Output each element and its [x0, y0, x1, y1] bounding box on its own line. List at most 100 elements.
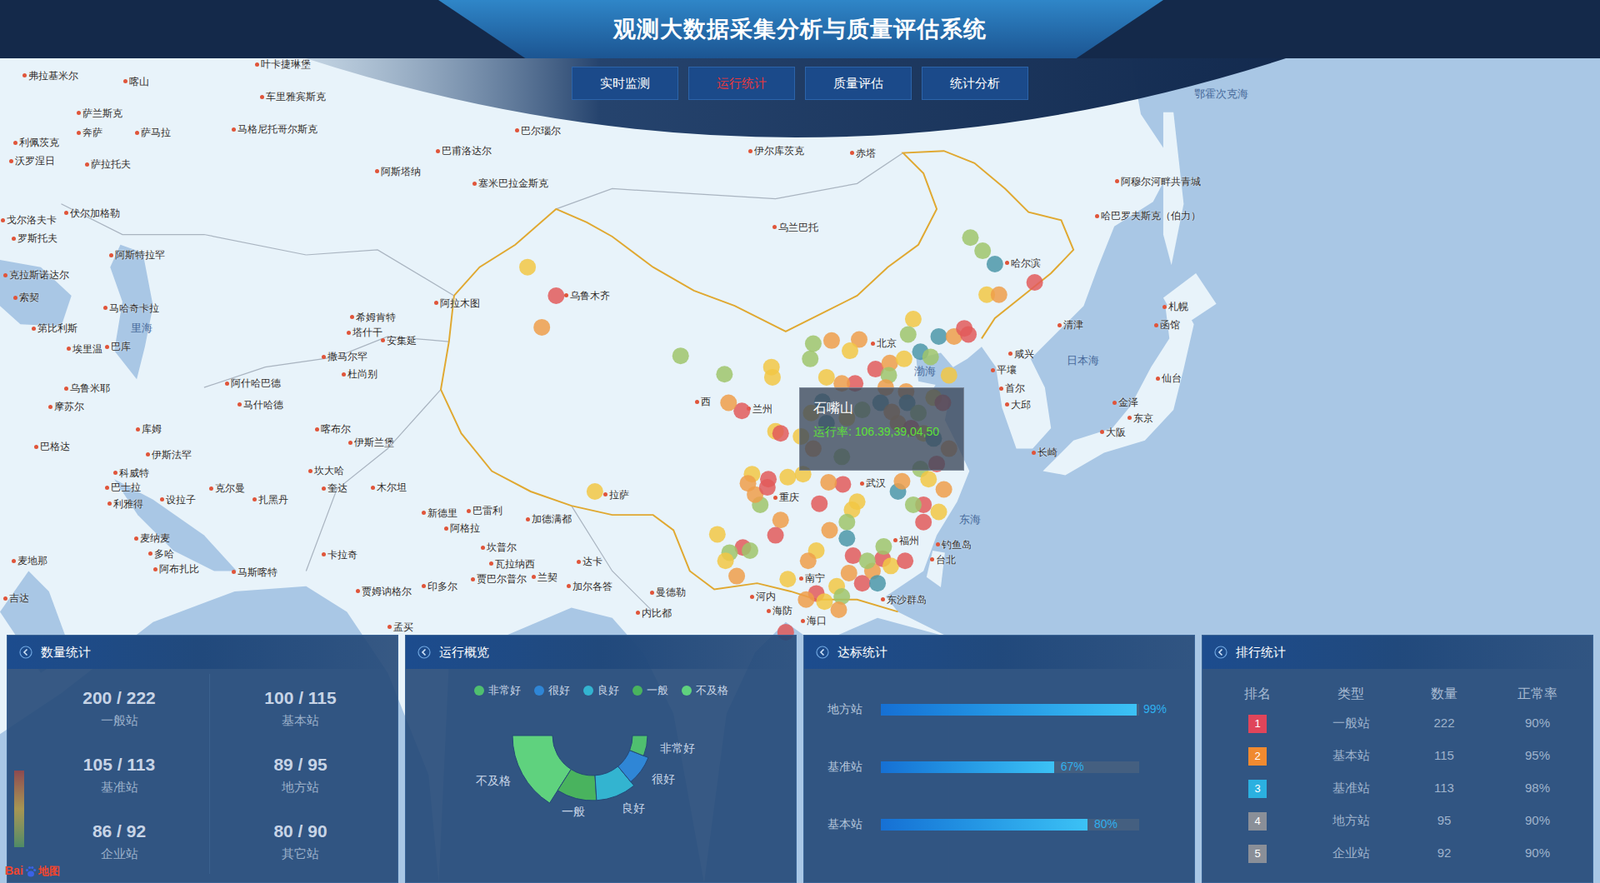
station-dot[interactable]	[821, 521, 839, 539]
station-dot[interactable]	[805, 335, 822, 352]
station-dot[interactable]	[772, 511, 790, 529]
table-row[interactable]: 1一般站22290%	[1210, 707, 1585, 740]
station-dot[interactable]	[1026, 274, 1044, 291]
city-label: 贾姆讷格尔	[355, 585, 412, 598]
bar-reading: 99%	[1143, 700, 1167, 719]
station-dot[interactable]	[930, 328, 948, 345]
station-dot[interactable]	[815, 593, 833, 610]
city-marker	[990, 368, 995, 373]
city-marker	[321, 552, 326, 557]
station-dot[interactable]	[905, 310, 922, 328]
station-dot[interactable]	[882, 557, 900, 575]
station-dot[interactable]	[764, 369, 781, 386]
city-label: 东沙群岛	[880, 594, 927, 606]
tab[interactable]: 运行统计	[688, 66, 795, 100]
station-dot[interactable]	[818, 369, 835, 386]
city-marker	[766, 609, 771, 614]
station-dot[interactable]	[779, 570, 796, 588]
city-label: 哈巴罗夫斯克（伯力）	[1095, 210, 1201, 222]
tab[interactable]: 质量评估	[805, 66, 912, 100]
station-dot[interactable]	[820, 474, 837, 491]
station-dot[interactable]	[859, 552, 876, 570]
station-dot[interactable]	[915, 514, 932, 531]
city-label: 伊斯兰堡	[348, 436, 395, 449]
column-header: 排名	[1210, 684, 1305, 705]
station-dot[interactable]	[672, 347, 690, 365]
panel-header: 运行概览	[405, 635, 796, 670]
station-dot[interactable]	[869, 575, 886, 592]
station-dot[interactable]	[845, 547, 862, 565]
station-dot[interactable]	[974, 242, 991, 260]
station-dot[interactable]	[922, 348, 940, 365]
station-dot[interactable]	[741, 542, 759, 560]
station-dot[interactable]	[838, 514, 855, 531]
table-row[interactable]: 2基本站11595%	[1210, 740, 1585, 773]
station-dot[interactable]	[810, 495, 828, 513]
station-dot[interactable]	[961, 229, 979, 246]
tab[interactable]: 实时监测	[571, 66, 679, 100]
station-dot[interactable]	[930, 503, 948, 520]
station-dot[interactable]	[519, 259, 536, 276]
station-dot[interactable]	[841, 342, 859, 360]
city-label: 卡拉奇	[321, 549, 358, 561]
tab[interactable]: 统计分析	[921, 66, 1029, 100]
station-dot[interactable]	[800, 552, 817, 570]
station-dot[interactable]	[840, 565, 858, 582]
city-marker	[1162, 305, 1167, 310]
station-dot[interactable]	[935, 481, 953, 499]
count-value: 80 / 90	[273, 818, 327, 845]
station-dot[interactable]	[990, 286, 1008, 304]
station-dot[interactable]	[586, 483, 604, 500]
station-dot[interactable]	[720, 394, 737, 411]
count-value: 86 / 92	[92, 818, 146, 845]
city-marker	[209, 486, 214, 491]
table-row[interactable]: 3基准站11398%	[1210, 772, 1585, 805]
city-label: 巴士拉	[105, 481, 141, 494]
station-dot[interactable]	[709, 525, 726, 543]
city-marker	[421, 510, 426, 515]
station-dot[interactable]	[717, 552, 735, 570]
station-dot[interactable]	[547, 287, 565, 305]
city-marker	[66, 346, 71, 351]
station-dot[interactable]	[797, 591, 815, 609]
city-label: 加尔各答	[566, 580, 613, 593]
station-dot[interactable]	[895, 350, 913, 368]
station-dot[interactable]	[728, 568, 745, 585]
station-dot[interactable]	[920, 470, 937, 488]
station-dot[interactable]	[986, 255, 1004, 273]
station-dot[interactable]	[830, 601, 848, 619]
station-dot[interactable]	[779, 469, 796, 486]
station-dot[interactable]	[900, 325, 917, 343]
row-type: 基准站	[1304, 779, 1398, 799]
city-label: 札幌	[1162, 300, 1189, 313]
table-row[interactable]: 5企业站9290%	[1210, 837, 1585, 870]
station-dot[interactable]	[838, 530, 855, 547]
station-dot[interactable]	[823, 332, 840, 350]
station-dot[interactable]	[905, 496, 922, 514]
station-dot[interactable]	[801, 350, 819, 368]
chart-segment[interactable]	[557, 769, 597, 800]
station-dot[interactable]	[533, 319, 550, 336]
station-dot[interactable]	[875, 538, 892, 555]
station-dot[interactable]	[715, 365, 733, 383]
station-dot[interactable]	[772, 425, 790, 442]
station-dot[interactable]	[940, 366, 958, 384]
station-dot[interactable]	[960, 325, 977, 343]
table-row[interactable]: 4地方站9590%	[1210, 805, 1585, 838]
city-marker	[387, 625, 392, 630]
city-label: 利佩茨克	[13, 136, 60, 149]
city-label: 海防	[766, 605, 793, 617]
city-marker	[772, 225, 777, 230]
city-marker	[375, 169, 380, 174]
station-dot[interactable]	[834, 475, 851, 493]
city-label: 奎达	[321, 482, 348, 495]
station-dot[interactable]	[893, 473, 910, 490]
city-marker	[64, 210, 69, 215]
station-dot[interactable]	[767, 527, 785, 545]
city-marker	[421, 584, 426, 589]
station-dot[interactable]	[896, 552, 914, 570]
station-dot[interactable]	[759, 479, 776, 496]
chart-segment[interactable]	[630, 735, 648, 756]
city-marker	[435, 149, 440, 154]
city-marker	[148, 551, 153, 556]
